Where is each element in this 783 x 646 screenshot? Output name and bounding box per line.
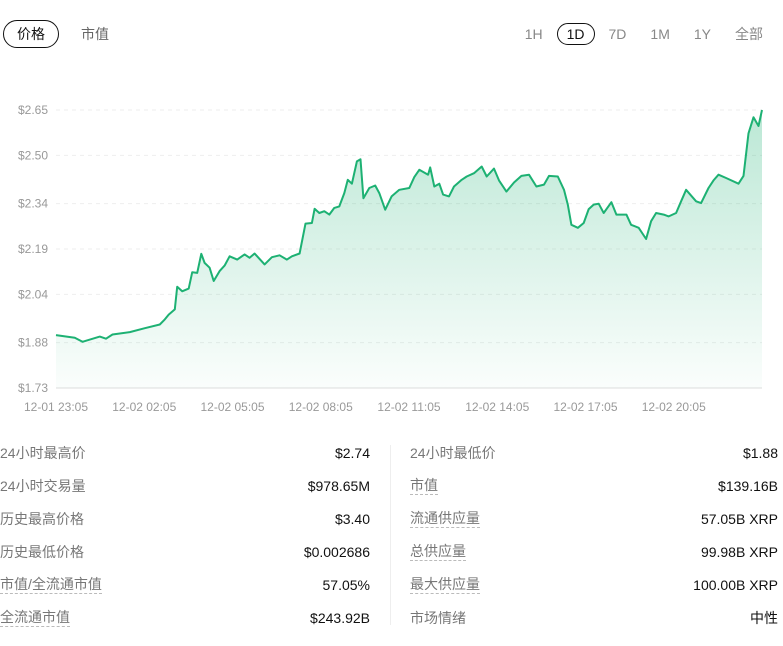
range-1y[interactable]: 1Y: [684, 23, 721, 45]
stat-row: 24小时最高价 $2.74: [0, 436, 370, 469]
y-tick-label: $2.04: [18, 287, 48, 301]
stat-value: $978.65M: [307, 477, 370, 494]
range-1h[interactable]: 1H: [515, 23, 553, 45]
stat-label: 24小时交易量: [0, 477, 86, 494]
x-tick-label: 12-02 17:05: [553, 400, 617, 414]
stat-row: 历史最低价格 $0.002686: [0, 535, 370, 568]
stat-value: 中性: [750, 609, 778, 626]
stat-value: $3.40: [334, 510, 370, 527]
stat-label[interactable]: 最大供应量: [410, 576, 480, 594]
stat-label: 历史最高价格: [0, 510, 84, 527]
stat-row: 市场情绪 中性: [410, 601, 778, 634]
stat-row: 最大供应量 100.00B XRP: [410, 568, 778, 601]
stat-row: 全流通市值 $243.92B: [0, 601, 370, 634]
stat-row: 流通供应量 57.05B XRP: [410, 502, 778, 535]
chart-type-tabs: 价格 市值: [3, 20, 123, 48]
x-tick-label: 12-01 23:05: [24, 400, 88, 414]
y-tick-label: $2.65: [18, 103, 48, 117]
stat-row: 市值 $139.16B: [410, 469, 778, 502]
stat-value: 57.05%: [322, 576, 370, 593]
tab-market-cap[interactable]: 市值: [67, 20, 123, 48]
stats-left-column: 24小时最高价 $2.74 24小时交易量 $978.65M 历史最高价格 $3.40 历史…: [0, 436, 370, 634]
stat-value: $0.002686: [303, 543, 370, 560]
x-tick-label: 12-02 20:05: [642, 400, 706, 414]
stats-right-column: 24小时最低价 $1.88 市值 $139.16B 流通供应量 57.05B XRP 总供应…: [410, 436, 778, 634]
stat-value: 100.00B XRP: [693, 576, 778, 593]
x-tick-label: 12-02 14:05: [465, 400, 529, 414]
stat-label[interactable]: 市值: [410, 477, 438, 495]
stat-row: 24小时交易量 $978.65M: [0, 469, 370, 502]
range-all[interactable]: 全部: [725, 23, 773, 45]
x-tick-label: 12-02 11:05: [377, 400, 440, 414]
range-7d[interactable]: 7D: [599, 23, 637, 45]
y-tick-label: $1.73: [18, 381, 48, 395]
stat-label: 市场情绪: [410, 609, 466, 626]
stat-label: 24小时最高价: [0, 444, 86, 461]
x-tick-label: 12-02 02:05: [112, 400, 176, 414]
stats-panel: 24小时最高价 $2.74 24小时交易量 $978.65M 历史最高价格 $3.40 历史…: [0, 436, 783, 634]
y-tick-label: $2.19: [18, 242, 48, 256]
stat-row: 总供应量 99.98B XRP: [410, 535, 778, 568]
stat-value: $1.88: [742, 444, 778, 461]
time-range-selector: 1H 1D 7D 1M 1Y 全部: [515, 23, 773, 45]
stat-row: 历史最高价格 $3.40: [0, 502, 370, 535]
price-chart[interactable]: $2.65 $2.50 $2.34 $2.19 $2.04 $1.88 $1.73 12-01…: [0, 90, 783, 420]
x-tick-label: 12-02 05:05: [200, 400, 264, 414]
y-tick-label: $1.88: [18, 336, 48, 350]
stat-label: 历史最低价格: [0, 543, 84, 560]
tab-price[interactable]: 价格: [3, 20, 59, 48]
y-tick-label: $2.34: [18, 197, 48, 211]
stat-row: 市值/全流通市值 57.05%: [0, 568, 370, 601]
stat-label[interactable]: 市值/全流通市值: [0, 576, 102, 594]
stat-value: $2.74: [334, 444, 370, 461]
stat-value: 99.98B XRP: [700, 543, 778, 560]
y-tick-label: $2.50: [18, 148, 48, 162]
stat-label[interactable]: 流通供应量: [410, 510, 480, 528]
range-1m[interactable]: 1M: [640, 23, 679, 45]
stat-label: 24小时最低价: [410, 444, 496, 461]
stat-label[interactable]: 总供应量: [410, 543, 466, 561]
x-tick-label: 12-02 08:05: [289, 400, 353, 414]
stat-label[interactable]: 全流通市值: [0, 609, 70, 627]
stat-value: $139.16B: [718, 477, 778, 494]
range-1d[interactable]: 1D: [556, 23, 595, 45]
stat-value: 57.05B XRP: [700, 510, 778, 527]
stat-value: $243.92B: [310, 609, 370, 626]
stat-row: 24小时最低价 $1.88: [410, 436, 778, 469]
